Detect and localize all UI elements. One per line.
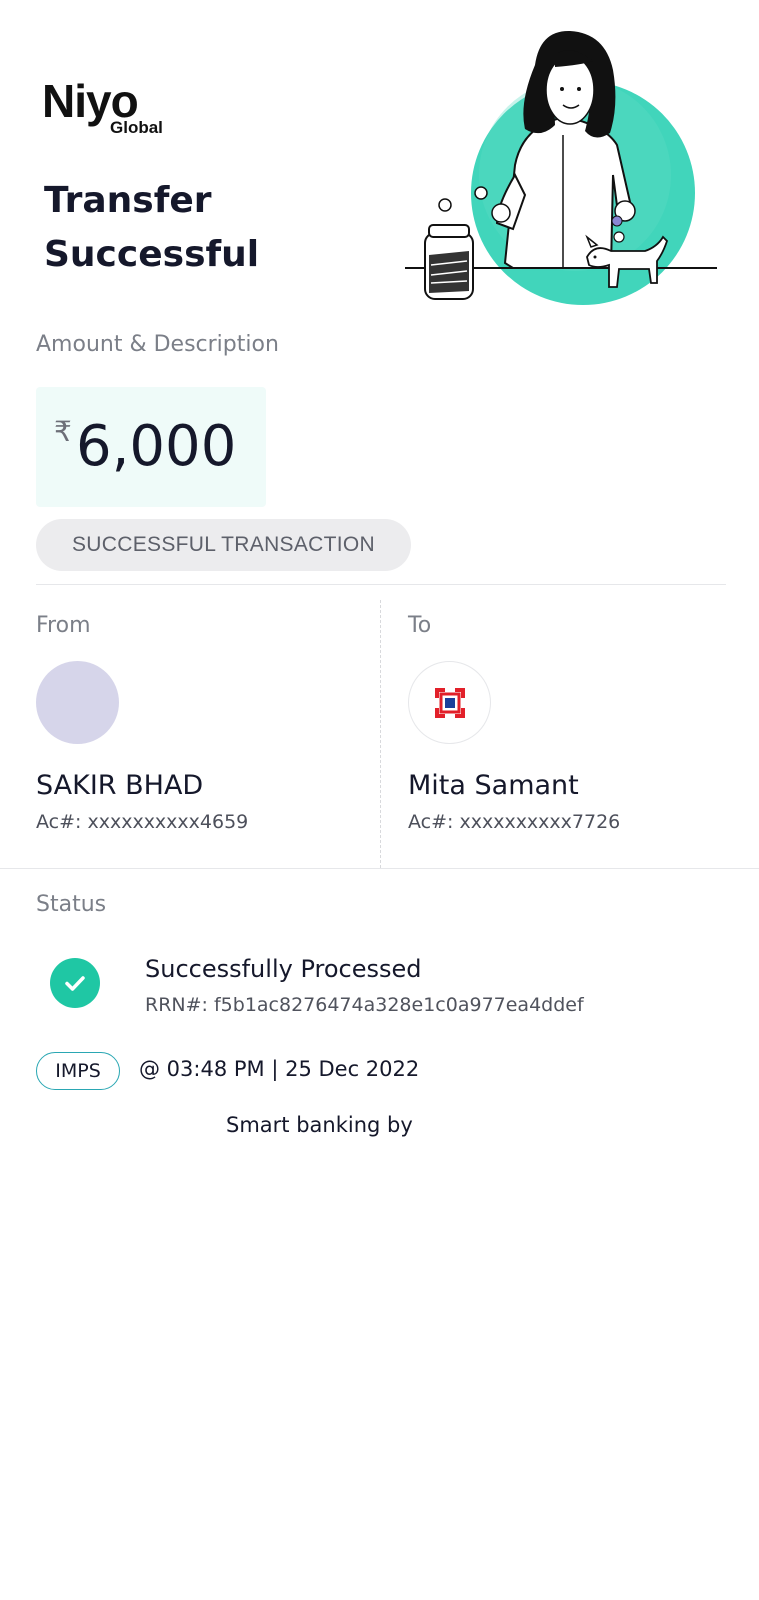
check-icon bbox=[50, 958, 100, 1008]
sender-account: Ac#: xxxxxxxxxx4659 bbox=[36, 811, 249, 833]
page-title-line1: Transfer bbox=[44, 180, 212, 221]
sender-name: SAKIR BHAD bbox=[36, 770, 204, 801]
recipient-bank-avatar bbox=[408, 661, 491, 744]
page-title-line2: Successful bbox=[44, 234, 260, 275]
success-illustration bbox=[405, 30, 717, 305]
to-label: To bbox=[408, 613, 432, 638]
transaction-timestamp: @ 03:48 PM | 25 Dec 2022 bbox=[139, 1057, 420, 1081]
transfer-amount: 6,000 bbox=[76, 414, 237, 479]
recipient-account: Ac#: xxxxxxxxxx7726 bbox=[408, 811, 621, 833]
from-label: From bbox=[36, 613, 91, 638]
rupee-icon: ₹ bbox=[54, 415, 72, 448]
brand-logo-sub: Global bbox=[110, 118, 163, 137]
recipient-name: Mita Samant bbox=[408, 770, 579, 801]
divider bbox=[36, 584, 726, 585]
rrn-number: RRN#: f5b1ac8276474a328e1c0a977ea4ddef bbox=[145, 994, 584, 1016]
bank-logo-icon bbox=[434, 687, 465, 718]
divider bbox=[0, 868, 759, 869]
status-title: Successfully Processed bbox=[145, 955, 422, 983]
page-title: Transfer Successful bbox=[44, 174, 259, 282]
status-section-label: Status bbox=[36, 892, 107, 917]
amount-section-label: Amount & Description bbox=[36, 332, 279, 357]
footer-text: Smart banking by bbox=[226, 1113, 413, 1137]
column-divider bbox=[380, 600, 381, 868]
transfer-mode-badge: IMPS bbox=[36, 1052, 120, 1090]
status-badge: SUCCESSFUL TRANSACTION bbox=[36, 519, 411, 571]
sender-avatar bbox=[36, 661, 119, 744]
